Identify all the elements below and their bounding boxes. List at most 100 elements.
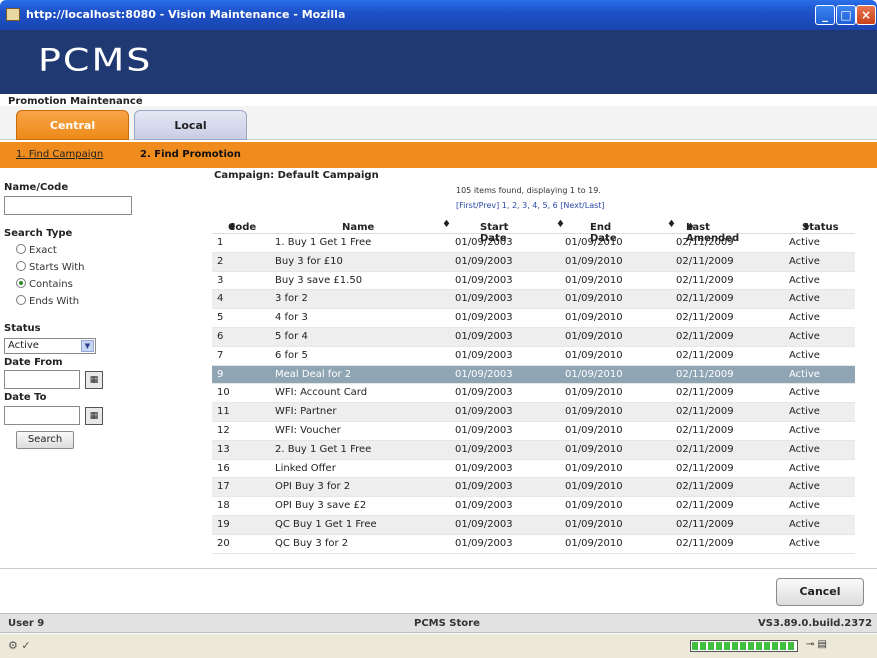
cancel-button[interactable]: Cancel: [776, 578, 864, 606]
table-row[interactable]: 19 QC Buy 1 Get 1 Free 01/09/2003 01/09/201…: [212, 515, 855, 535]
cell-start-date: 01/09/2003: [455, 481, 513, 493]
radio-starts-with-label: Starts With: [29, 262, 85, 273]
cell-start-date: 01/09/2003: [455, 424, 513, 436]
sort-icon: ♦: [228, 222, 237, 233]
cell-status: Active: [789, 500, 820, 512]
cell-last-amended: 02/11/2009: [676, 500, 734, 512]
sort-icon[interactable]: ♦: [442, 219, 451, 230]
cell-name: Linked Offer: [275, 462, 336, 474]
table-row[interactable]: 16 Linked Offer 01/09/2003 01/09/2010 02/11/…: [212, 460, 855, 479]
cell-code: 3: [217, 274, 224, 286]
connection-icon: ⊸ ▤: [806, 639, 828, 650]
table-row[interactable]: 17 OPI Buy 3 for 2 01/09/2003 01/09/2010 02/…: [212, 478, 855, 498]
cell-last-amended: 02/11/2009: [676, 330, 734, 342]
radio-contains-dot[interactable]: [16, 278, 26, 288]
cell-code: 13: [217, 443, 230, 455]
cell-status: Active: [789, 237, 820, 248]
step-find-promotion: 2. Find Promotion: [140, 149, 241, 160]
radio-starts-with[interactable]: Starts With: [16, 261, 85, 273]
cell-last-amended: 02/11/2009: [676, 462, 734, 474]
search-button[interactable]: Search: [16, 431, 74, 449]
cell-name: OPI Buy 3 save £2: [275, 500, 367, 512]
cell-end-date: 01/09/2010: [565, 406, 623, 418]
cell-start-date: 01/09/2003: [455, 293, 513, 305]
radio-exact[interactable]: Exact: [16, 244, 57, 256]
table-row[interactable]: 11 WFI: Partner 01/09/2003 01/09/2010 02/11/…: [212, 403, 855, 422]
window-titlebar: http://localhost:8080 - Vision Maintenan…: [0, 0, 877, 30]
tab-local[interactable]: Local: [134, 110, 247, 140]
name-code-input[interactable]: [4, 196, 132, 215]
cell-code: 9: [217, 368, 224, 380]
cell-name: OPI Buy 3 for 2: [275, 481, 351, 493]
cell-last-amended: 02/11/2009: [676, 237, 734, 248]
tab-central[interactable]: Central: [16, 110, 129, 140]
cell-start-date: 01/09/2003: [455, 518, 513, 530]
radio-contains[interactable]: Contains: [16, 278, 73, 290]
radio-ends-with-dot[interactable]: [16, 295, 26, 305]
table-row[interactable]: 18 OPI Buy 3 save £2 01/09/2003 01/09/2010 0…: [212, 497, 855, 516]
browser-status-bar: ⚙ ✓ ⊸ ▤: [0, 634, 877, 658]
search-panel: Name/Code Search Type Exact Starts With …: [0, 168, 210, 568]
cell-name: 3 for 2: [275, 293, 308, 305]
minimize-icon[interactable]: _: [815, 5, 835, 25]
breadcrumb: 1. Find Campaign 2. Find Promotion: [0, 142, 877, 168]
status-select[interactable]: Active ▼: [4, 338, 96, 354]
cell-status: Active: [789, 312, 820, 324]
table-row[interactable]: 7 6 for 5 01/09/2003 01/09/2010 02/11/2009 Ac…: [212, 347, 855, 366]
cell-code: 16: [217, 462, 230, 474]
table-row[interactable]: 20 QC Buy 3 for 2 01/09/2003 01/09/2010 02/1…: [212, 535, 855, 554]
status-label: Status: [4, 323, 41, 334]
radio-ends-with[interactable]: Ends With: [16, 295, 79, 307]
table-row[interactable]: 13 2. Buy 1 Get 1 Free 01/09/2003 01/09/201…: [212, 440, 855, 460]
pagination[interactable]: [First/Prev] 1, 2, 3, 4, 5, 6 [Next/Last…: [456, 201, 605, 210]
cell-code: 7: [217, 349, 224, 361]
cell-end-date: 01/09/2010: [565, 443, 623, 455]
cell-name: QC Buy 3 for 2: [275, 537, 349, 549]
sort-icon[interactable]: ♦: [556, 219, 565, 230]
table-row[interactable]: 10 WFI: Account Card 01/09/2003 01/09/2010 0…: [212, 384, 855, 404]
cell-status: Active: [789, 481, 820, 493]
table-row[interactable]: 9 Meal Deal for 2 01/09/2003 01/09/2010 02/1…: [212, 365, 855, 385]
cell-start-date: 01/09/2003: [455, 255, 513, 267]
table-row[interactable]: 6 5 for 4 01/09/2003 01/09/2010 02/11/2009 Ac…: [212, 327, 855, 347]
cell-code: 6: [217, 330, 224, 342]
step-find-campaign-link[interactable]: 1. Find Campaign: [16, 149, 103, 160]
table-row[interactable]: 1 1. Buy 1 Get 1 Free 01/09/2003 01/09/2010…: [212, 234, 855, 253]
table-row[interactable]: 4 3 for 2 01/09/2003 01/09/2010 02/11/2009 Ac…: [212, 290, 855, 310]
cell-start-date: 01/09/2003: [455, 500, 513, 512]
maximize-icon[interactable]: □: [836, 5, 856, 25]
cell-status: Active: [789, 537, 820, 549]
cell-end-date: 01/09/2010: [565, 274, 623, 286]
cell-end-date: 01/09/2010: [565, 237, 623, 248]
cell-code: 4: [217, 293, 224, 305]
table-row[interactable]: 3 Buy 3 save £1.50 01/09/2003 01/09/2010 02/…: [212, 272, 855, 291]
cell-last-amended: 02/11/2009: [676, 274, 734, 286]
date-to-label: Date To: [4, 392, 47, 403]
date-from-input[interactable]: [4, 370, 80, 389]
table-row[interactable]: 5 4 for 3 01/09/2003 01/09/2010 02/11/2009 Ac…: [212, 309, 855, 328]
calendar-icon[interactable]: ▦: [85, 407, 103, 425]
cell-end-date: 01/09/2010: [565, 518, 623, 530]
cell-last-amended: 02/11/2009: [676, 368, 734, 380]
sort-icon[interactable]: ♦: [667, 219, 676, 230]
cell-last-amended: 02/11/2009: [676, 406, 734, 418]
cell-name: Buy 3 save £1.50: [275, 274, 363, 286]
radio-exact-dot[interactable]: [16, 244, 26, 254]
chevron-down-icon[interactable]: ▼: [81, 340, 94, 352]
cell-end-date: 01/09/2010: [565, 462, 623, 474]
close-icon[interactable]: ×: [856, 5, 876, 25]
calendar-icon[interactable]: ▦: [85, 371, 103, 389]
cell-last-amended: 02/11/2009: [676, 349, 734, 361]
table-row[interactable]: 2 Buy 3 for £10 01/09/2003 01/09/2010 02/11/…: [212, 252, 855, 272]
cell-start-date: 01/09/2003: [455, 462, 513, 474]
cell-end-date: 01/09/2010: [565, 481, 623, 493]
table-row[interactable]: 12 WFI: Voucher 01/09/2003 01/09/2010 02/11/…: [212, 422, 855, 441]
cell-code: 20: [217, 537, 230, 549]
status-select-value: Active: [8, 340, 39, 351]
cell-code: 17: [217, 481, 230, 493]
radio-starts-with-dot[interactable]: [16, 261, 26, 271]
cell-status: Active: [789, 406, 820, 418]
date-to-input[interactable]: [4, 406, 80, 425]
cell-start-date: 01/09/2003: [455, 368, 513, 380]
cell-last-amended: 02/11/2009: [676, 424, 734, 436]
